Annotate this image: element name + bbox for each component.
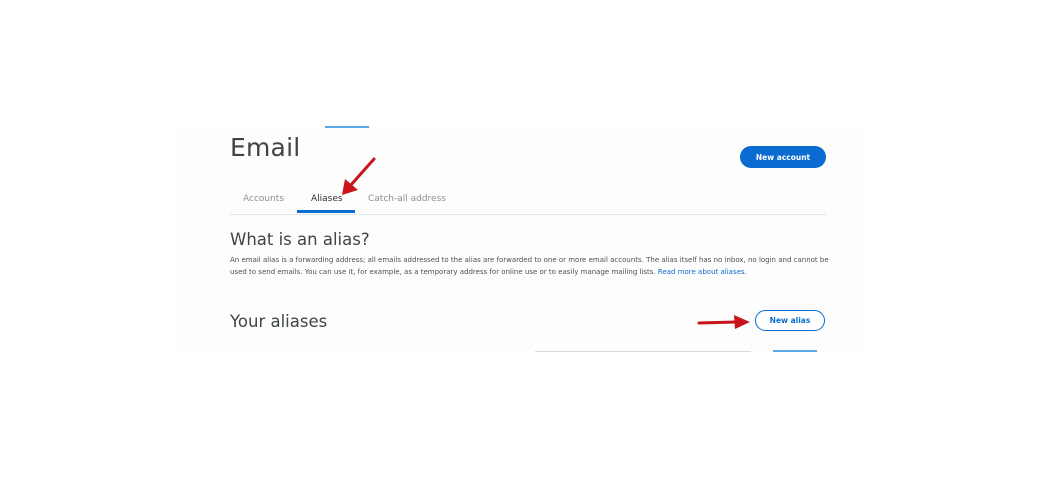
read-more-link[interactable]: Read more about aliases. bbox=[658, 268, 747, 276]
screenshot-stage: Email New account Accounts Aliases Catch… bbox=[0, 0, 1040, 478]
tab-bar: Accounts Aliases Catch-all address bbox=[230, 186, 826, 215]
tab-accounts[interactable]: Accounts bbox=[243, 194, 284, 204]
list-divider bbox=[535, 351, 751, 352]
top-accent-line bbox=[325, 126, 369, 128]
your-aliases-heading: Your aliases bbox=[230, 312, 328, 331]
new-alias-button[interactable]: New alias bbox=[755, 310, 825, 331]
active-tab-indicator bbox=[297, 210, 355, 213]
page-title: Email bbox=[230, 133, 301, 162]
tab-aliases[interactable]: Aliases bbox=[311, 194, 343, 204]
alias-info-heading: What is an alias? bbox=[230, 230, 370, 249]
new-account-button[interactable]: New account bbox=[740, 146, 826, 168]
alias-description: An email alias is a forwarding address; … bbox=[230, 254, 830, 278]
tab-catch-all-address[interactable]: Catch-all address bbox=[368, 194, 446, 204]
bottom-accent-line bbox=[773, 350, 817, 352]
